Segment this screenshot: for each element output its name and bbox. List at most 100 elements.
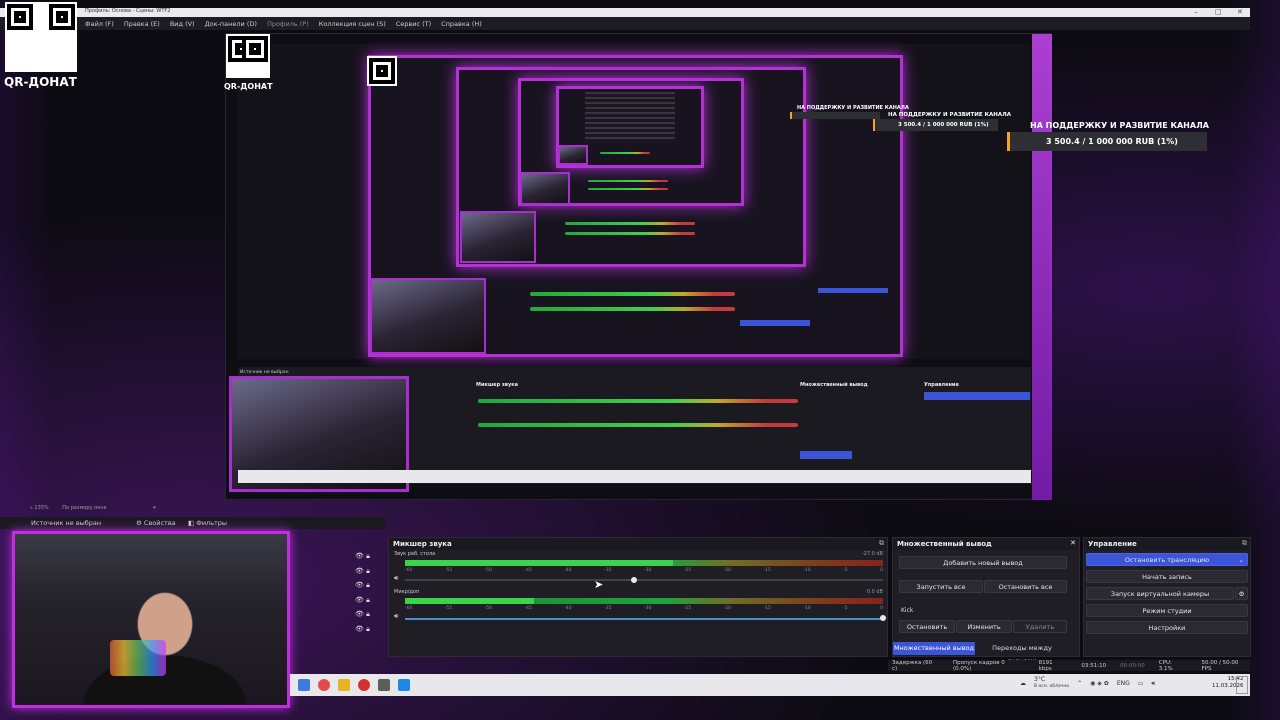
notification-icon[interactable] bbox=[1236, 676, 1248, 694]
speaker-icon[interactable]: 🔊︎ bbox=[394, 612, 398, 621]
chevron-down-icon[interactable]: ▾ bbox=[153, 505, 156, 511]
start-recording-button[interactable]: Начать запись bbox=[1086, 570, 1248, 583]
properties-button[interactable]: ⚙ Свойства bbox=[136, 519, 176, 527]
menu-item[interactable]: Сервис (T) bbox=[396, 20, 431, 28]
menu-item[interactable]: Файл (F) bbox=[85, 20, 114, 28]
weather-icon[interactable]: ☁ bbox=[1020, 680, 1026, 687]
menu-item[interactable]: Коллекция сцен (S) bbox=[319, 20, 386, 28]
webcam-feed bbox=[12, 531, 290, 708]
nested-primary-button bbox=[818, 288, 888, 293]
chevron-down-icon[interactable]: ⌄ bbox=[1239, 554, 1244, 566]
speaker-icon[interactable]: 🔊︎ bbox=[394, 574, 398, 583]
chevron-up-icon[interactable]: ⌃ bbox=[1077, 680, 1082, 687]
delete-target-button[interactable]: Удалить bbox=[1013, 620, 1067, 633]
network-icon[interactable]: ▭ bbox=[1138, 680, 1144, 687]
eye-icon[interactable]: 👁︎ 🔒︎ bbox=[355, 610, 377, 625]
nested-active-tab bbox=[740, 320, 810, 326]
qr-label: QR-ДОНАТ bbox=[4, 75, 77, 89]
nested-multi-title: Множественный вывод bbox=[800, 382, 868, 388]
nested-donation-title-1: НА ПОДДЕРЖКУ И РАЗВИТИЕ КАНАЛА bbox=[797, 105, 909, 111]
source-status: Источник не выбран bbox=[31, 519, 102, 527]
studio-mode-button[interactable]: Режим студии bbox=[1086, 604, 1248, 617]
scale-tick: -45 bbox=[524, 606, 532, 611]
tab-scene-transitions[interactable]: Переходы между сценами bbox=[977, 642, 1067, 665]
system-tray: ☁ 3°C В осн. облачно ⌃ ◉ ◈ ✿ ENG ▭ 🔊︎ bbox=[1020, 677, 1155, 690]
taskbar-app-icon[interactable] bbox=[318, 679, 330, 691]
mixer-title: Микшер звука bbox=[389, 538, 887, 550]
status-bar: Задержка (60 с) Пропуск кадров 0 (0.0%) … bbox=[888, 659, 1250, 672]
menu-item[interactable]: Правка (E) bbox=[124, 20, 160, 28]
scale-tick: -25 bbox=[683, 568, 692, 573]
scale-tick: -60 bbox=[405, 606, 413, 611]
scale-tick: -25 bbox=[683, 606, 692, 611]
zoom-level[interactable]: 135% bbox=[34, 505, 48, 511]
edit-target-button[interactable]: Изменить bbox=[956, 620, 1012, 633]
filters-button[interactable]: ◧ Фильтры bbox=[188, 519, 227, 527]
eye-icon[interactable]: 👁︎ 🔒︎ bbox=[355, 581, 377, 596]
start-all-button[interactable]: Запустить все bbox=[899, 580, 983, 593]
weather-temp: 3°C bbox=[1034, 676, 1046, 683]
status-stream-time: 03:51:10 bbox=[1081, 662, 1107, 669]
volume-icon[interactable]: 🔊︎ bbox=[1151, 680, 1155, 688]
nested-qr-label: QR-ДОНАТ bbox=[224, 82, 273, 91]
taskbar-app-icon[interactable] bbox=[298, 679, 310, 691]
volume-slider[interactable] bbox=[405, 579, 883, 581]
donation-title: НА ПОДДЕРЖКУ И РАЗВИТИЕ КАНАЛА bbox=[1030, 121, 1209, 130]
nested-meter-7 bbox=[600, 152, 650, 154]
add-output-button[interactable]: Добавить новый вывод bbox=[899, 556, 1067, 569]
maximize-icon[interactable]: □ bbox=[1215, 8, 1222, 16]
taskbar-app-icon[interactable] bbox=[358, 679, 370, 691]
minimize-icon[interactable]: – bbox=[1194, 8, 1198, 16]
nested-source-label: Источник не выбран bbox=[240, 370, 289, 375]
fit-select[interactable]: По размеру окна bbox=[62, 505, 106, 511]
taskbar-app-icon[interactable] bbox=[378, 679, 390, 691]
volume-slider[interactable] bbox=[405, 618, 883, 620]
stop-stream-button[interactable]: Остановить трансляцию ⌄ bbox=[1086, 553, 1248, 566]
scale-tick: -55 bbox=[444, 568, 453, 573]
menu-item[interactable]: Вид (V) bbox=[170, 20, 195, 28]
stop-target-button[interactable]: Остановить bbox=[899, 620, 955, 633]
nested-meter-2 bbox=[530, 307, 735, 311]
menu-item[interactable]: Док-панели (D) bbox=[205, 20, 257, 28]
virtual-camera-button[interactable]: Запуск виртуальной камеры bbox=[1086, 587, 1234, 600]
dock-float-icon[interactable]: ⧉ bbox=[879, 539, 884, 548]
language-indicator[interactable]: ENG bbox=[1117, 680, 1130, 687]
eye-icon[interactable]: 👁︎ 🔒︎ bbox=[355, 567, 377, 582]
nested-webcam-2 bbox=[460, 211, 536, 263]
weather-desc: В осн. облачно bbox=[1034, 684, 1070, 689]
scale-tick: -10 bbox=[803, 568, 811, 573]
scale-tick: -5 bbox=[843, 568, 848, 573]
scale-tick: -40 bbox=[564, 568, 572, 573]
status-delay: Задержка (60 с) bbox=[892, 659, 933, 672]
multi-output-title: Множественный вывод bbox=[893, 538, 1079, 550]
nested-mixer-title: Микшер звука bbox=[476, 382, 518, 388]
settings-button[interactable]: Настройки bbox=[1086, 621, 1248, 634]
menu-item[interactable]: Справка (H) bbox=[441, 20, 482, 28]
dock-float-icon[interactable]: ⧉ bbox=[1242, 539, 1247, 548]
volume-knob[interactable] bbox=[631, 577, 637, 583]
status-cpu: CPU: 3.1% bbox=[1158, 659, 1173, 672]
volume-knob[interactable] bbox=[880, 615, 886, 621]
gear-icon[interactable]: ⚙ bbox=[1235, 587, 1248, 600]
eye-icon[interactable]: 👁︎ 🔒︎ bbox=[355, 625, 377, 640]
eye-icon[interactable]: 👁︎ 🔒︎ bbox=[355, 552, 377, 567]
nested-multi-tab bbox=[800, 451, 852, 459]
taskbar-app-icon[interactable] bbox=[338, 679, 350, 691]
meter-scale: -60 -55 -50 -45 -40 -35 -30 -25 -20 -15 -10 -5 0 bbox=[405, 606, 883, 611]
nested-meter-1 bbox=[530, 292, 735, 296]
scale-tick: -35 bbox=[604, 606, 612, 611]
taskbar-app-icon[interactable] bbox=[398, 679, 410, 691]
menu-item[interactable]: Профиль (P) bbox=[267, 20, 309, 28]
tray-icons[interactable]: ◉ ◈ ✿ bbox=[1090, 680, 1109, 687]
stop-all-button[interactable]: Остановить все bbox=[984, 580, 1067, 593]
nested-controls-title: Управление bbox=[924, 382, 959, 388]
scale-tick: -20 bbox=[723, 606, 731, 611]
tab-multi-output[interactable]: Множественный вывод bbox=[893, 642, 975, 655]
close-icon[interactable]: ✕ bbox=[1237, 8, 1243, 16]
eye-icon[interactable]: 👁︎ 🔒︎ bbox=[355, 596, 377, 611]
nested-webcam-1 bbox=[370, 278, 486, 354]
nested-meter-3 bbox=[565, 222, 695, 225]
channel-name: Звук раб. стола bbox=[394, 551, 436, 557]
close-icon[interactable]: ✕ bbox=[1070, 539, 1076, 547]
nested-taskbar bbox=[238, 470, 1031, 483]
